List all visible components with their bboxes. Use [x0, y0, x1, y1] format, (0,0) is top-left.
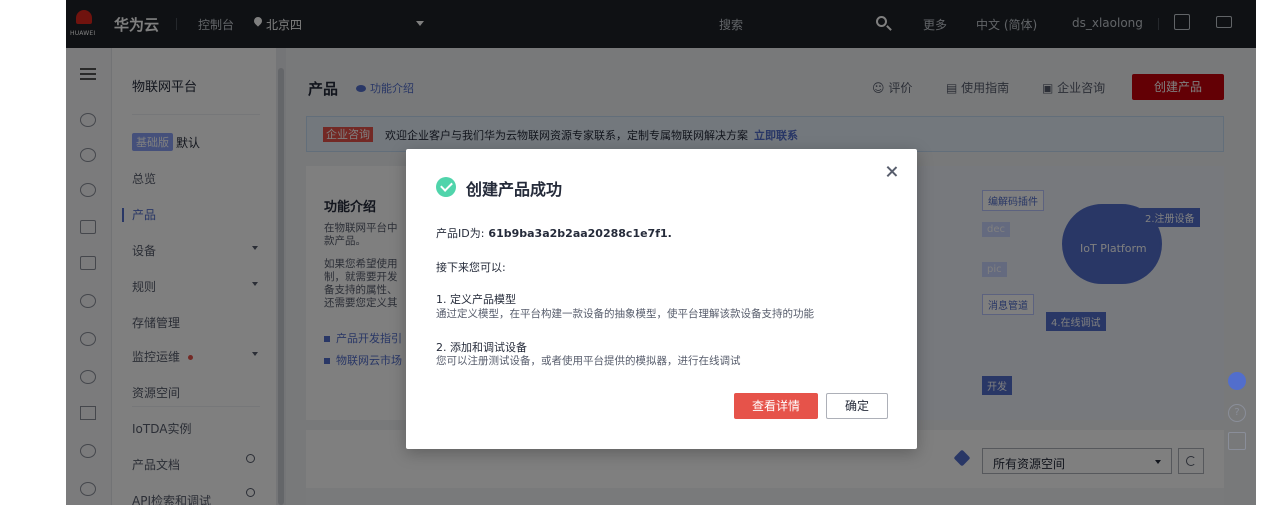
confirm-button[interactable]: 确定	[826, 393, 888, 419]
step2-description: 您可以注册测试设备，或者使用平台提供的模拟器，进行在线调试	[436, 355, 741, 367]
success-check-icon	[436, 177, 456, 197]
next-steps-label: 接下来您可以:	[436, 261, 506, 274]
product-id-label: 产品ID为:	[436, 227, 485, 240]
success-dialog: 创建产品成功 产品ID为: 61b9ba3a2b2aa20288c1e7f1. 接…	[406, 149, 917, 449]
dialog-title: 创建产品成功	[466, 180, 563, 199]
step1-description: 通过定义模型，在平台构建一款设备的抽象模型，使平台理解该款设备支持的功能	[436, 308, 814, 320]
close-icon[interactable]	[885, 165, 899, 179]
step1-title: 1. 定义产品模型	[436, 293, 516, 306]
customer-service-icon[interactable]	[1228, 372, 1246, 390]
help-icon[interactable]: ?	[1228, 404, 1246, 422]
feedback-icon[interactable]	[1228, 432, 1246, 450]
product-id-value: 61b9ba3a2b2aa20288c1e7f1.	[488, 227, 672, 240]
product-id-line: 产品ID为: 61b9ba3a2b2aa20288c1e7f1.	[436, 225, 672, 241]
view-details-button[interactable]: 查看详情	[734, 393, 818, 419]
